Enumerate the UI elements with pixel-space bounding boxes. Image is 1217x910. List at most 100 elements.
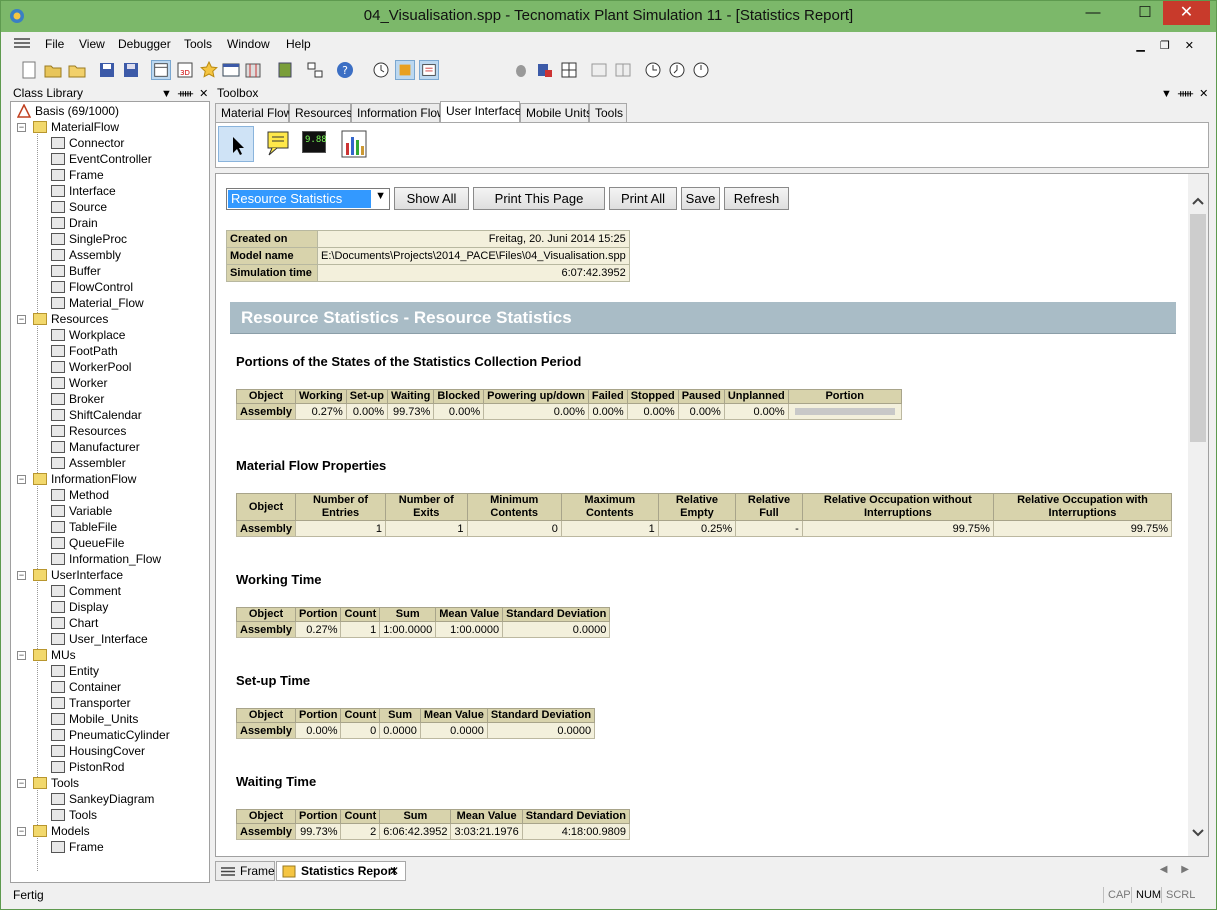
window-icon[interactable]: [589, 60, 609, 80]
toolbox-panel-controls[interactable]: ▼ ᚔ ✕: [1161, 87, 1208, 100]
tree-folder[interactable]: InformationFlow: [33, 471, 136, 487]
tree-item[interactable]: FootPath: [51, 343, 118, 359]
tree-item[interactable]: HousingCover: [51, 743, 145, 759]
class-library-panel-controls[interactable]: ▼ ᚔ ✕: [161, 87, 208, 100]
tree-item[interactable]: Broker: [51, 391, 104, 407]
scroll-thumb[interactable]: [1190, 214, 1206, 442]
tree-item[interactable]: User_Interface: [51, 631, 148, 647]
book-icon[interactable]: [275, 60, 295, 80]
tree-folder[interactable]: UserInterface: [33, 567, 123, 583]
help-icon[interactable]: ?: [335, 60, 355, 80]
tree-folder[interactable]: Resources: [33, 311, 108, 327]
tree-item[interactable]: Worker: [51, 375, 107, 391]
display-tool[interactable]: 9.88: [302, 131, 327, 153]
tree-root[interactable]: Basis (69/1000): [16, 103, 119, 119]
tree-item[interactable]: Transporter: [51, 695, 131, 711]
tree-folder[interactable]: Models: [33, 823, 90, 839]
3d-icon[interactable]: 3D: [175, 60, 195, 80]
tree-folder[interactable]: MUs: [33, 647, 76, 663]
tab-resources[interactable]: Resources: [289, 103, 352, 123]
tree-item[interactable]: Assembler: [51, 455, 126, 471]
collapse-toggle-icon[interactable]: −: [17, 651, 26, 660]
tree-item[interactable]: Container: [51, 679, 121, 695]
tab-scroll-arrows[interactable]: ◀ ▶: [1160, 864, 1189, 875]
open-folder-icon[interactable]: [67, 60, 87, 80]
close-tab-icon[interactable]: ✕: [389, 862, 399, 880]
tab-material-flow[interactable]: Material Flow: [215, 103, 292, 123]
refresh-button[interactable]: Refresh: [724, 187, 789, 210]
collapse-toggle-icon[interactable]: −: [17, 827, 26, 836]
menu-file[interactable]: File: [45, 37, 64, 51]
grid-icon[interactable]: [559, 60, 579, 80]
tree-item[interactable]: Drain: [51, 215, 98, 231]
open-icon[interactable]: [43, 60, 63, 80]
tree-item[interactable]: WorkerPool: [51, 359, 131, 375]
save-icon[interactable]: [97, 60, 117, 80]
tree-item[interactable]: Assembly: [51, 247, 121, 263]
scroll-up-icon[interactable]: [1192, 196, 1204, 206]
save-button[interactable]: Save: [681, 187, 720, 210]
class-library-icon[interactable]: [151, 60, 171, 80]
event-controller-icon[interactable]: [371, 60, 391, 80]
collapse-toggle-icon[interactable]: −: [17, 779, 26, 788]
tree-item[interactable]: Chart: [51, 615, 98, 631]
chart-tool-icon[interactable]: [340, 129, 368, 159]
tree-item[interactable]: Connector: [51, 135, 124, 151]
tree-item[interactable]: PneumaticCylinder: [51, 727, 170, 743]
report-type-select[interactable]: Resource Statistics ▼: [226, 188, 390, 210]
menu-help[interactable]: Help: [286, 37, 311, 51]
network-icon[interactable]: [305, 60, 325, 80]
tree-item[interactable]: Interface: [51, 183, 116, 199]
tree-item[interactable]: EventController: [51, 151, 152, 167]
tree-item[interactable]: TableFile: [51, 519, 117, 535]
save-all-icon[interactable]: [121, 60, 141, 80]
menu-view[interactable]: View: [79, 37, 105, 51]
tab-frame[interactable]: Frame: [215, 861, 275, 881]
tree-item[interactable]: FlowControl: [51, 279, 133, 295]
clock-step-icon[interactable]: [667, 60, 687, 80]
collapse-toggle-icon[interactable]: −: [17, 571, 26, 580]
tab-information-flow[interactable]: Information Flow: [351, 103, 446, 123]
mu-icon[interactable]: [535, 60, 555, 80]
tab-user-interface[interactable]: User Interface: [440, 101, 521, 123]
class-library-tree[interactable]: Basis (69/1000) − MaterialFlow Connector Ev…: [10, 101, 210, 883]
tree-item[interactable]: QueueFile: [51, 535, 124, 551]
scroll-down-icon[interactable]: [1192, 828, 1204, 838]
tree-item[interactable]: Method: [51, 487, 109, 503]
tree-item[interactable]: Mobile_Units: [51, 711, 138, 727]
new-icon[interactable]: [19, 60, 39, 80]
mdi-window-buttons[interactable]: ▁ ❐ ✕: [1136, 39, 1200, 52]
tree-item[interactable]: Entity: [51, 663, 99, 679]
tab-mobile-units[interactable]: Mobile Units: [520, 103, 592, 123]
toolbox-icon[interactable]: [243, 60, 263, 80]
tree-item[interactable]: Workplace: [51, 327, 125, 343]
menu-debugger[interactable]: Debugger: [118, 37, 171, 51]
display-icon[interactable]: [419, 60, 439, 80]
console-icon[interactable]: [221, 60, 241, 80]
maximize-button[interactable]: ☐: [1130, 1, 1160, 25]
favorites-star-icon[interactable]: [199, 60, 219, 80]
menu-tools[interactable]: Tools: [184, 37, 212, 51]
tree-item[interactable]: Buffer: [51, 263, 101, 279]
clock-reset-icon[interactable]: [691, 60, 711, 80]
debug-bug-icon[interactable]: [511, 60, 531, 80]
report-vertical-scrollbar[interactable]: [1188, 174, 1208, 856]
animation-icon[interactable]: [395, 60, 415, 80]
tree-item[interactable]: Tools: [51, 807, 97, 823]
print-this-page-button[interactable]: Print This Page: [473, 187, 605, 210]
tree-item[interactable]: Frame: [51, 839, 104, 855]
tree-folder[interactable]: Tools: [33, 775, 79, 791]
show-all-button[interactable]: Show All: [394, 187, 469, 210]
tree-item[interactable]: SankeyDiagram: [51, 791, 154, 807]
pointer-tool[interactable]: [218, 126, 254, 162]
tree-item[interactable]: Information_Flow: [51, 551, 161, 567]
frame-menu-icon[interactable]: [13, 36, 31, 50]
tree-item[interactable]: SingleProc: [51, 231, 127, 247]
tab-statistics-report[interactable]: Statistics Report ✕: [276, 861, 406, 881]
tree-item[interactable]: Display: [51, 599, 108, 615]
print-all-button[interactable]: Print All: [609, 187, 677, 210]
tree-item[interactable]: PistonRod: [51, 759, 124, 775]
clock-start-icon[interactable]: [643, 60, 663, 80]
tree-item[interactable]: Resources: [51, 423, 126, 439]
comment-tool-icon[interactable]: [264, 129, 294, 159]
